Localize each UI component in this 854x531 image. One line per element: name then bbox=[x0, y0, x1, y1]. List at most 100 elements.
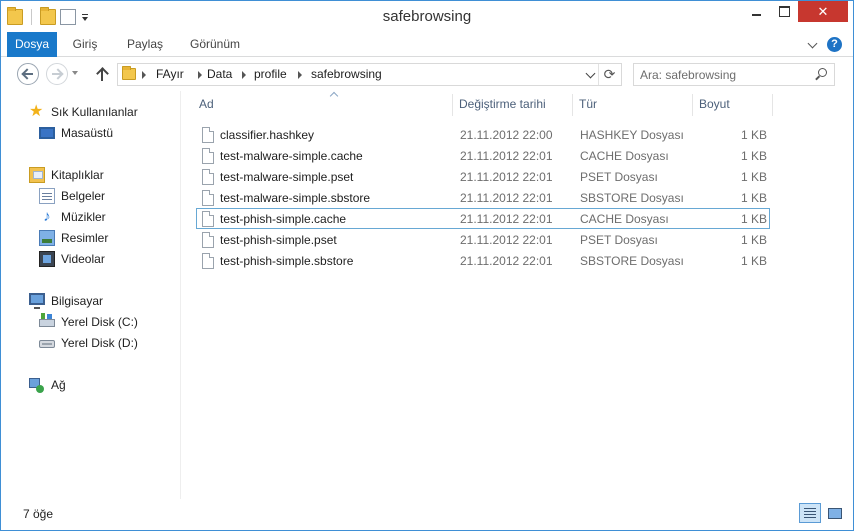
file-size: 1 KB bbox=[740, 212, 767, 226]
column-header-size[interactable]: Boyut bbox=[693, 91, 773, 117]
file-date: 21.11.2012 22:01 bbox=[460, 233, 553, 247]
file-row[interactable]: test-phish-simple.sbstore 21.11.2012 22:… bbox=[196, 250, 770, 271]
file-type: SBSTORE Dosyası bbox=[580, 191, 684, 205]
breadcrumb-item[interactable]: profile bbox=[254, 67, 287, 81]
library-icon bbox=[29, 167, 45, 183]
chevron-right-icon[interactable] bbox=[142, 71, 146, 79]
details-view-icon[interactable] bbox=[799, 503, 821, 523]
tab-view[interactable]: Görünüm bbox=[187, 32, 243, 57]
file-size: 1 KB bbox=[740, 128, 767, 142]
sidebar-item-label: Masaüstü bbox=[61, 126, 114, 140]
sort-ascending-icon bbox=[331, 93, 339, 98]
column-header-type[interactable]: Tür bbox=[573, 91, 693, 117]
breadcrumb-item[interactable]: FAyır bbox=[156, 67, 184, 81]
file-type: SBSTORE Dosyası bbox=[580, 254, 684, 268]
chevron-right-icon[interactable] bbox=[298, 71, 302, 79]
up-button[interactable] bbox=[95, 66, 109, 82]
window-title: safebrowsing bbox=[382, 8, 472, 25]
sidebar-item-label: Müzikler bbox=[61, 210, 106, 224]
address-bar[interactable]: FAyır Data profile safebrowsing ⟳ bbox=[117, 63, 622, 86]
chevron-right-icon[interactable] bbox=[242, 71, 246, 79]
file-row[interactable]: test-malware-simple.cache 21.11.2012 22:… bbox=[196, 145, 770, 166]
column-header-label: Değiştirme tarihi bbox=[459, 97, 546, 111]
disk-icon bbox=[39, 313, 55, 327]
help-icon[interactable]: ? bbox=[827, 37, 842, 52]
recent-locations-icon[interactable] bbox=[72, 71, 78, 75]
tab-file[interactable]: Dosya bbox=[7, 32, 57, 57]
sidebar-item-label: Kitaplıklar bbox=[51, 168, 104, 182]
sidebar-item-label: Videolar bbox=[61, 252, 105, 266]
file-row[interactable]: test-malware-simple.pset 21.11.2012 22:0… bbox=[196, 166, 770, 187]
file-name: test-phish-simple.pset bbox=[220, 233, 337, 247]
computer-icon bbox=[29, 293, 45, 309]
file-name: test-malware-simple.pset bbox=[220, 170, 354, 184]
file-icon bbox=[202, 253, 214, 269]
forward-button[interactable] bbox=[46, 63, 68, 85]
maximize-button[interactable] bbox=[771, 1, 797, 22]
navigation-pane: ★ Sık Kullanılanlar Masaüstü Kitaplıklar… bbox=[1, 91, 181, 499]
file-row[interactable]: test-phish-simple.cache 21.11.2012 22:01… bbox=[196, 208, 770, 229]
sidebar-item-label: Ağ bbox=[51, 378, 66, 392]
file-date: 21.11.2012 22:01 bbox=[460, 212, 553, 226]
file-date: 21.11.2012 22:00 bbox=[460, 128, 553, 142]
file-type: CACHE Dosyası bbox=[580, 149, 669, 163]
file-type: CACHE Dosyası bbox=[580, 212, 669, 226]
search-input[interactable] bbox=[640, 67, 810, 83]
file-name: classifier.hashkey bbox=[220, 128, 315, 142]
large-icons-view-icon[interactable] bbox=[824, 503, 844, 523]
file-type: PSET Dosyası bbox=[580, 233, 658, 247]
file-icon bbox=[202, 190, 214, 206]
file-row[interactable]: test-malware-simple.sbstore 21.11.2012 2… bbox=[196, 187, 770, 208]
column-header-name[interactable]: Ad bbox=[193, 91, 453, 117]
tab-home[interactable]: Giriş bbox=[65, 32, 105, 57]
file-date: 21.11.2012 22:01 bbox=[460, 170, 553, 184]
file-icon bbox=[202, 211, 214, 227]
file-name: test-phish-simple.cache bbox=[220, 212, 347, 226]
ribbon-tabs: Dosya Giriş Paylaş Görünüm ? bbox=[1, 32, 853, 57]
minimize-button[interactable] bbox=[742, 1, 770, 22]
file-date: 21.11.2012 22:01 bbox=[460, 149, 553, 163]
file-icon bbox=[202, 127, 214, 143]
explorer-window: safebrowsing Dosya Giriş Paylaş Görünüm … bbox=[0, 0, 854, 531]
file-row[interactable]: classifier.hashkey 21.11.2012 22:00 HASH… bbox=[196, 124, 770, 145]
star-icon: ★ bbox=[29, 103, 44, 120]
sidebar-item-label: Belgeler bbox=[61, 189, 106, 203]
refresh-icon[interactable]: ⟳ bbox=[598, 64, 620, 85]
chevron-down-icon[interactable] bbox=[807, 39, 819, 49]
file-size: 1 KB bbox=[740, 191, 767, 205]
breadcrumb-item[interactable]: safebrowsing bbox=[311, 67, 382, 81]
videos-icon bbox=[39, 251, 55, 267]
file-type: HASHKEY Dosyası bbox=[580, 128, 684, 142]
network-icon bbox=[29, 378, 44, 393]
column-header-label: Tür bbox=[579, 97, 597, 111]
sidebar-item-label: Bilgisayar bbox=[51, 294, 104, 308]
sidebar-item-label: Yerel Disk (C:) bbox=[61, 315, 138, 329]
folder-icon bbox=[122, 66, 136, 80]
file-size: 1 KB bbox=[740, 170, 767, 184]
sidebar-item-label: Resimler bbox=[61, 231, 109, 245]
file-row[interactable]: test-phish-simple.pset 21.11.2012 22:01 … bbox=[196, 229, 770, 250]
search-icon[interactable] bbox=[814, 68, 828, 82]
title-bar: safebrowsing bbox=[1, 1, 853, 32]
pictures-icon bbox=[39, 230, 55, 246]
file-type: PSET Dosyası bbox=[580, 170, 658, 184]
search-box[interactable] bbox=[633, 63, 835, 86]
column-header-label: Boyut bbox=[699, 97, 730, 111]
chevron-right-icon[interactable] bbox=[198, 71, 202, 79]
file-icon bbox=[202, 232, 214, 248]
breadcrumb-item[interactable]: Data bbox=[207, 67, 232, 81]
sidebar-item-label: Yerel Disk (D:) bbox=[61, 336, 138, 350]
status-bar: 7 öğe bbox=[1, 499, 853, 530]
file-name: test-malware-simple.sbstore bbox=[220, 191, 371, 205]
column-header-date[interactable]: Değiştirme tarihi bbox=[453, 91, 573, 117]
back-button[interactable] bbox=[17, 63, 39, 85]
file-date: 21.11.2012 22:01 bbox=[460, 191, 553, 205]
sidebar-item-label: Sık Kullanılanlar bbox=[51, 105, 138, 119]
file-size: 1 KB bbox=[740, 149, 767, 163]
file-icon bbox=[202, 148, 214, 164]
close-button[interactable] bbox=[798, 1, 848, 22]
navigation-bar: FAyır Data profile safebrowsing ⟳ bbox=[1, 58, 853, 90]
file-list: Ad Değiştirme tarihi Tür Boyut classifie… bbox=[182, 91, 852, 499]
column-divider[interactable] bbox=[772, 94, 773, 116]
tab-share[interactable]: Paylaş bbox=[125, 32, 165, 57]
